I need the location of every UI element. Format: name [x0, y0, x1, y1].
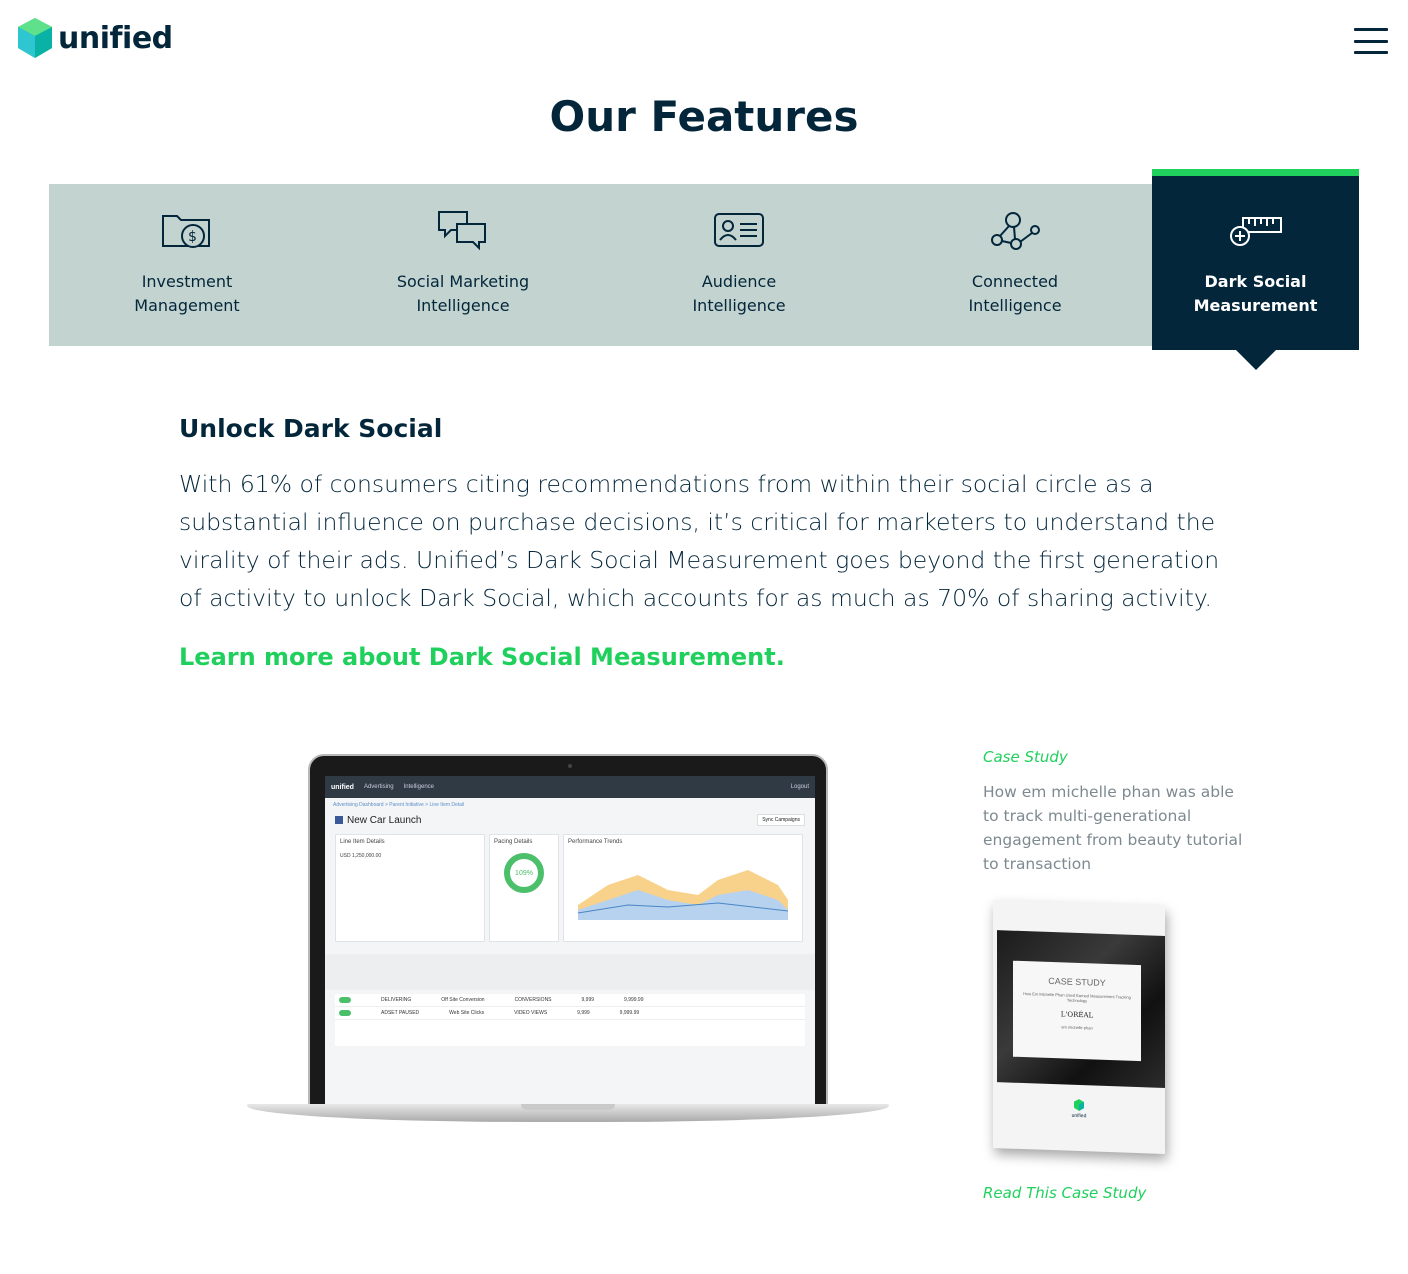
- case-study: Case Study How em michelle phan was able…: [983, 748, 1243, 1202]
- laptop-screen: unified Advertising Intelligence Logout …: [325, 776, 815, 1104]
- cover-brand: L'ORÉAL: [1060, 1010, 1094, 1020]
- app-card-title: Pacing Details: [494, 839, 533, 845]
- app-title: New Car Launch Sync Campaigns: [325, 812, 815, 828]
- app-breadcrumb: Advertising Dashboard > Parent Initiativ…: [333, 802, 465, 808]
- case-study-description: How em michelle phan was able to track m…: [983, 783, 1243, 873]
- folder-dollar-icon: $: [159, 208, 215, 254]
- app-card-title: Line Item Details: [340, 839, 385, 845]
- cover-brand-2: em michelle phan: [1061, 1024, 1093, 1031]
- app-table-row: DELIVERING Off Site Conversion CONVERSIONS…: [335, 994, 805, 1007]
- chat-bubbles-icon: [435, 208, 491, 254]
- tab-dark-social-measurement[interactable]: Dark Social Measurement: [1152, 169, 1359, 370]
- feature-subtitle: Unlock Dark Social: [179, 414, 443, 443]
- performance-chart: [577, 870, 789, 920]
- logo-text: unified: [58, 20, 173, 56]
- unified-logo-icon: [1074, 1099, 1084, 1111]
- page-title: Our Features: [549, 92, 859, 141]
- facebook-icon: [335, 816, 343, 824]
- measure-ruler-icon: [1228, 208, 1284, 254]
- app-card-budget: USD 1,250,000.00: [340, 853, 382, 859]
- case-study-label: Case Study: [983, 748, 1068, 766]
- network-nodes-icon: [987, 208, 1043, 254]
- app-filters: [325, 954, 815, 990]
- cover-subtitle: How Em Michelle Phan Used Earned Measure…: [1023, 991, 1131, 1004]
- toggle-icon: [339, 997, 351, 1003]
- app-logo: unified: [331, 783, 354, 791]
- active-tab-pointer: [1235, 350, 1276, 370]
- booklet: CASE STUDY How Em Michelle Phan Used Ear…: [993, 899, 1165, 1155]
- logo[interactable]: unified: [18, 18, 173, 58]
- tab-label: Audience Intelligence: [692, 272, 786, 315]
- laptop-lid: unified Advertising Intelligence Logout …: [308, 754, 828, 1106]
- feature-content: Unlock Dark Social With 61% of consumers…: [179, 414, 1239, 671]
- feature-tabs: $ Investment Management Social Marketing…: [49, 169, 1359, 370]
- app-card-performance: Performance Trends: [563, 834, 803, 942]
- cover-title: CASE STUDY: [1048, 975, 1106, 988]
- app-card-pacing: Pacing Details 109%: [489, 834, 559, 942]
- cover-logo: unified: [1069, 1099, 1089, 1120]
- unified-logo-icon: [18, 18, 52, 58]
- cover-card: CASE STUDY How Em Michelle Phan Used Ear…: [1013, 960, 1141, 1062]
- learn-more-link[interactable]: Learn more about Dark Social Measurement…: [179, 643, 785, 671]
- tab-label: Social Marketing Intelligence: [396, 272, 530, 315]
- tab-social-marketing-intelligence[interactable]: Social Marketing Intelligence: [325, 184, 601, 346]
- toggle-icon: [339, 1010, 351, 1016]
- tab-investment-management[interactable]: $ Investment Management: [49, 184, 325, 346]
- tab-label: Dark Social Measurement: [1193, 272, 1318, 315]
- app-logout: Logout: [790, 784, 809, 790]
- hamburger-menu-icon[interactable]: [1354, 28, 1388, 54]
- tab-label: Investment Management: [134, 272, 240, 315]
- app-topbar: unified Advertising Intelligence Logout: [325, 776, 815, 798]
- app-title-text: New Car Launch: [347, 814, 422, 826]
- laptop-notch: [521, 1104, 615, 1110]
- svg-text:$: $: [188, 229, 197, 245]
- tab-connected-intelligence[interactable]: Connected Intelligence: [877, 184, 1153, 346]
- feature-description: With 61% of consumers citing recommendat…: [179, 470, 1220, 612]
- app-nav-intelligence: Intelligence: [403, 784, 434, 790]
- app-cards: Line Item Details USD 1,250,000.00 Pacin…: [325, 828, 815, 948]
- case-study-cover[interactable]: CASE STUDY How Em Michelle Phan Used Ear…: [993, 899, 1165, 1155]
- read-case-study-link[interactable]: Read This Case Study: [983, 1184, 1146, 1202]
- tab-label: Connected Intelligence: [968, 272, 1062, 315]
- app-table: DELIVERING Off Site Conversion CONVERSIONS…: [335, 994, 805, 1046]
- id-card-icon: [711, 208, 767, 254]
- app-table-row: ADSET PAUSED Web Site Clicks VIDEO VIEWS 9,…: [335, 1007, 805, 1020]
- laptop-screenshot: unified Advertising Intelligence Logout …: [247, 754, 889, 1144]
- app-nav-advertising: Advertising: [363, 784, 394, 790]
- app-card-line-item: Line Item Details USD 1,250,000.00: [335, 834, 485, 942]
- pacing-donut: 109%: [504, 853, 544, 893]
- app-sync-button: Sync Campaigns: [757, 814, 805, 826]
- laptop-camera: [568, 764, 572, 768]
- tab-audience-intelligence[interactable]: Audience Intelligence: [601, 184, 877, 346]
